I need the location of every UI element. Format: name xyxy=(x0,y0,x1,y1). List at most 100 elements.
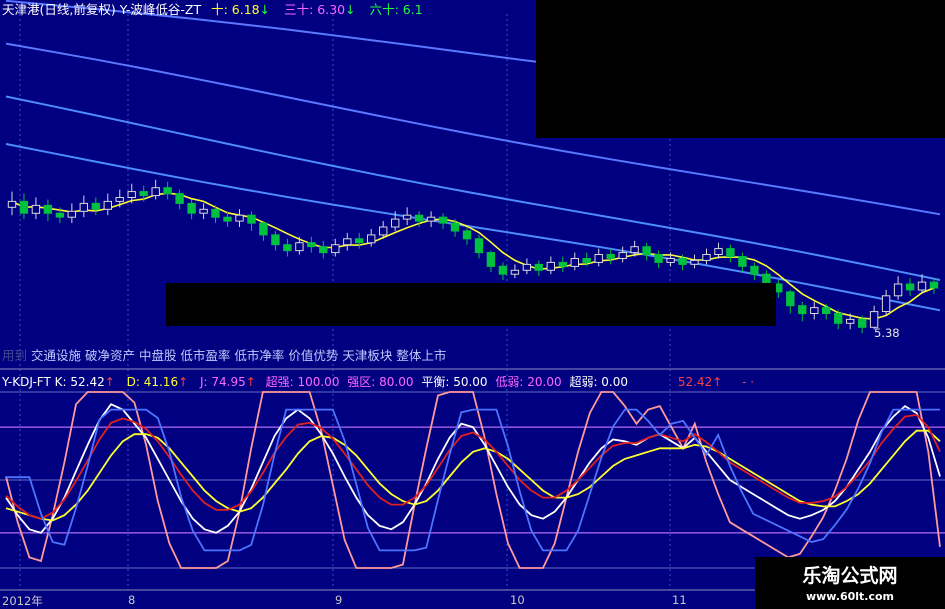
k-value-repeat: 52.42 xyxy=(677,375,713,389)
candle-body xyxy=(893,283,903,297)
candle-body xyxy=(187,202,196,214)
level-chaoruo: 超弱: 0.00 xyxy=(569,375,629,389)
candle-body xyxy=(235,214,244,222)
candle-body xyxy=(139,191,148,197)
candle-body xyxy=(55,212,65,218)
candle-body xyxy=(331,244,340,254)
tags-line: 用到 交通设施 破净资产 中盘股 低市盈率 低市净率 价值优势 天津板块 整体上… xyxy=(2,349,446,363)
candle-body xyxy=(283,244,292,252)
kdj-name: Y-KDJ-FT xyxy=(2,375,51,389)
candle-body xyxy=(642,246,651,256)
candle-body xyxy=(858,318,867,328)
date-label: 11 xyxy=(672,593,687,607)
date-label: 2012年 xyxy=(2,594,43,608)
candle-body xyxy=(307,242,316,248)
candle-body xyxy=(558,261,567,267)
k-repeat-arrow: ↑ xyxy=(712,375,723,389)
candle-body xyxy=(67,210,76,218)
kdj-d: D: 41.16 xyxy=(126,375,179,389)
candle-body xyxy=(271,234,280,246)
date-label: 8 xyxy=(128,593,136,607)
candle-body xyxy=(654,254,663,263)
candle-body xyxy=(786,291,795,307)
candle-body xyxy=(19,200,29,214)
candle-body xyxy=(91,202,100,210)
candle-body xyxy=(486,252,496,267)
candle-body xyxy=(630,246,639,254)
candle-body xyxy=(929,281,939,289)
candle-body xyxy=(31,204,41,214)
candle-body xyxy=(450,222,460,232)
watermark-url: www.60lt.com xyxy=(805,590,895,603)
candle-body xyxy=(905,283,915,291)
candle-body xyxy=(343,238,352,246)
candle-body xyxy=(103,200,112,210)
ma30-arrow: ↓ xyxy=(345,2,356,17)
candle-body xyxy=(79,202,88,212)
candle-body xyxy=(391,218,400,228)
candle-body xyxy=(223,216,232,222)
candle-body xyxy=(846,318,855,324)
tags-prefix: 用到 xyxy=(2,348,28,363)
candle-body xyxy=(367,234,376,244)
candle-body xyxy=(726,248,735,258)
stock-title: 天津港(日线,前复权) xyxy=(2,2,116,17)
candle-body xyxy=(7,200,17,208)
candle-body xyxy=(798,305,807,315)
redaction-top-right xyxy=(536,0,945,138)
j-arrow: ↑ xyxy=(245,375,256,389)
level-chaoqiang: 超强: 100.00 xyxy=(265,375,340,389)
ma60-value: 六十: 6.1 xyxy=(369,2,423,17)
candle-body xyxy=(606,254,615,259)
d-arrow: ↑ xyxy=(178,375,189,389)
candle-body xyxy=(127,191,136,199)
candle-body xyxy=(43,204,53,214)
candle-body xyxy=(714,248,723,256)
candle-body xyxy=(666,258,675,263)
candle-body xyxy=(570,258,579,267)
candle-body xyxy=(115,197,124,202)
candle-body xyxy=(738,256,747,267)
kdj-level-lines xyxy=(0,391,945,569)
ma10-value: 十: 6.18 xyxy=(211,2,260,17)
candle-body xyxy=(438,216,448,224)
candle-body xyxy=(750,265,759,275)
candle-body xyxy=(546,261,555,271)
candle-body xyxy=(582,258,591,263)
date-label: 9 xyxy=(335,593,343,607)
candle-body xyxy=(175,193,184,204)
candle-body xyxy=(259,222,268,236)
level-qiangqu: 强区: 80.00 xyxy=(347,375,414,389)
candle-body xyxy=(211,208,220,218)
candle-body xyxy=(690,259,699,265)
candle-body xyxy=(462,230,472,240)
candle-body xyxy=(702,254,711,261)
candle-body xyxy=(414,214,424,222)
candle-body xyxy=(881,295,891,312)
kdj-tail: - · xyxy=(742,375,755,389)
k-arrow: ↑ xyxy=(104,375,115,389)
candle-body xyxy=(402,214,412,220)
candle-body xyxy=(498,265,508,275)
candle-body xyxy=(247,214,256,224)
candle-body xyxy=(594,254,603,263)
candle-body xyxy=(510,269,520,275)
candle-body xyxy=(822,307,831,315)
candle-body xyxy=(474,238,484,254)
candle-body xyxy=(534,263,543,271)
kdj-header: Y-KDJ-FT K: 52.42↑ D: 41.16↑ J: 74.95↑ 超… xyxy=(2,375,754,389)
candle-body xyxy=(355,238,364,244)
candle-body xyxy=(810,307,819,315)
date-label: 10 xyxy=(510,593,525,607)
candle-body xyxy=(295,242,304,252)
candle-body xyxy=(869,311,879,328)
redaction-middle xyxy=(166,283,776,326)
ma10-arrow: ↓ xyxy=(259,2,271,17)
kdj-line-mid xyxy=(5,413,941,520)
candle-body xyxy=(618,252,627,260)
watermark-name: 乐淘公式网 xyxy=(802,565,898,587)
candle-body xyxy=(379,226,388,236)
candle-body xyxy=(834,313,843,324)
candle-body xyxy=(426,216,436,222)
level-diruo: 低弱: 20.00 xyxy=(495,375,562,389)
